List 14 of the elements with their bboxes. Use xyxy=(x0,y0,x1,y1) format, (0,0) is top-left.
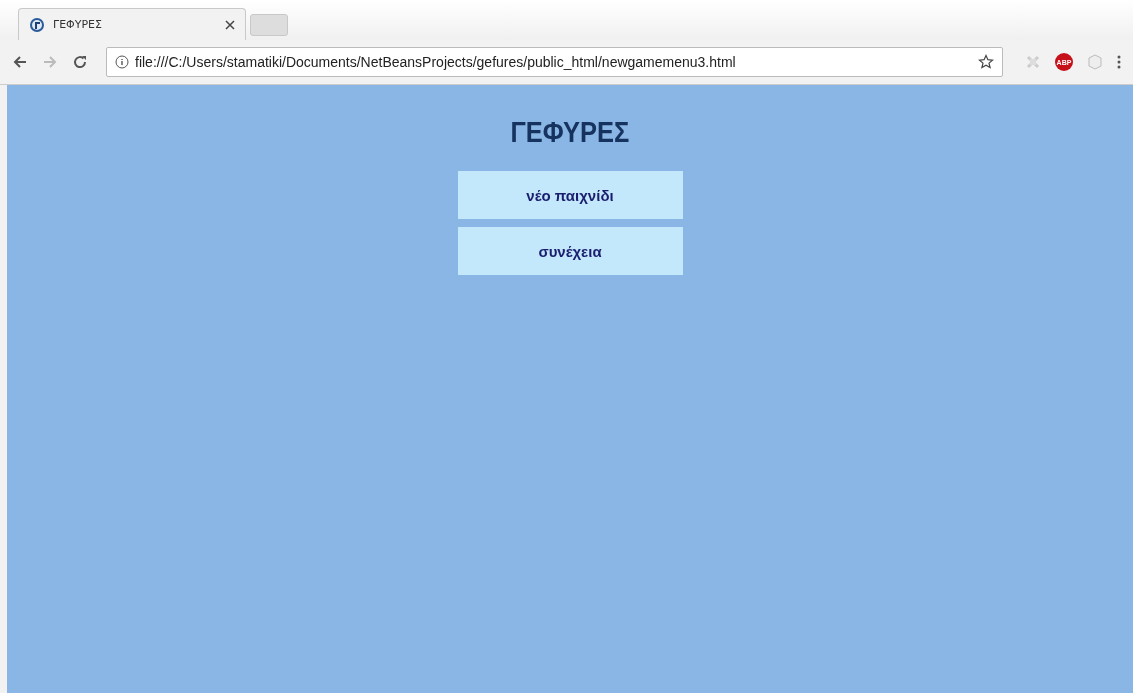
back-icon[interactable] xyxy=(12,54,28,70)
tab-title: ΓΕΦΥΡΕΣ xyxy=(53,18,103,31)
favicon-icon xyxy=(29,16,45,33)
menu-button[interactable]: συνέχεια xyxy=(457,227,683,275)
address-bar[interactable]: file:///C:/Users/stamatiki/Documents/NetBeansProjects/gefures/public_html/newgamemenu3.html xyxy=(106,47,1003,77)
close-icon[interactable] xyxy=(225,19,235,30)
browser-tab[interactable]: ΓΕΦΥΡΕΣ xyxy=(18,8,246,40)
menu-icon[interactable] xyxy=(1117,54,1121,70)
menu-button[interactable]: νέο παιχνίδι xyxy=(457,171,683,219)
page-heading: ΓΕΦΥΡΕΣ xyxy=(510,115,630,149)
info-icon xyxy=(115,55,129,69)
url-text: file:///C:/Users/stamatiki/Documents/NetBeansProjects/gefures/public_html/newgamemenu3.html xyxy=(135,54,737,70)
reload-icon[interactable] xyxy=(72,54,88,70)
star-icon[interactable] xyxy=(978,54,994,70)
